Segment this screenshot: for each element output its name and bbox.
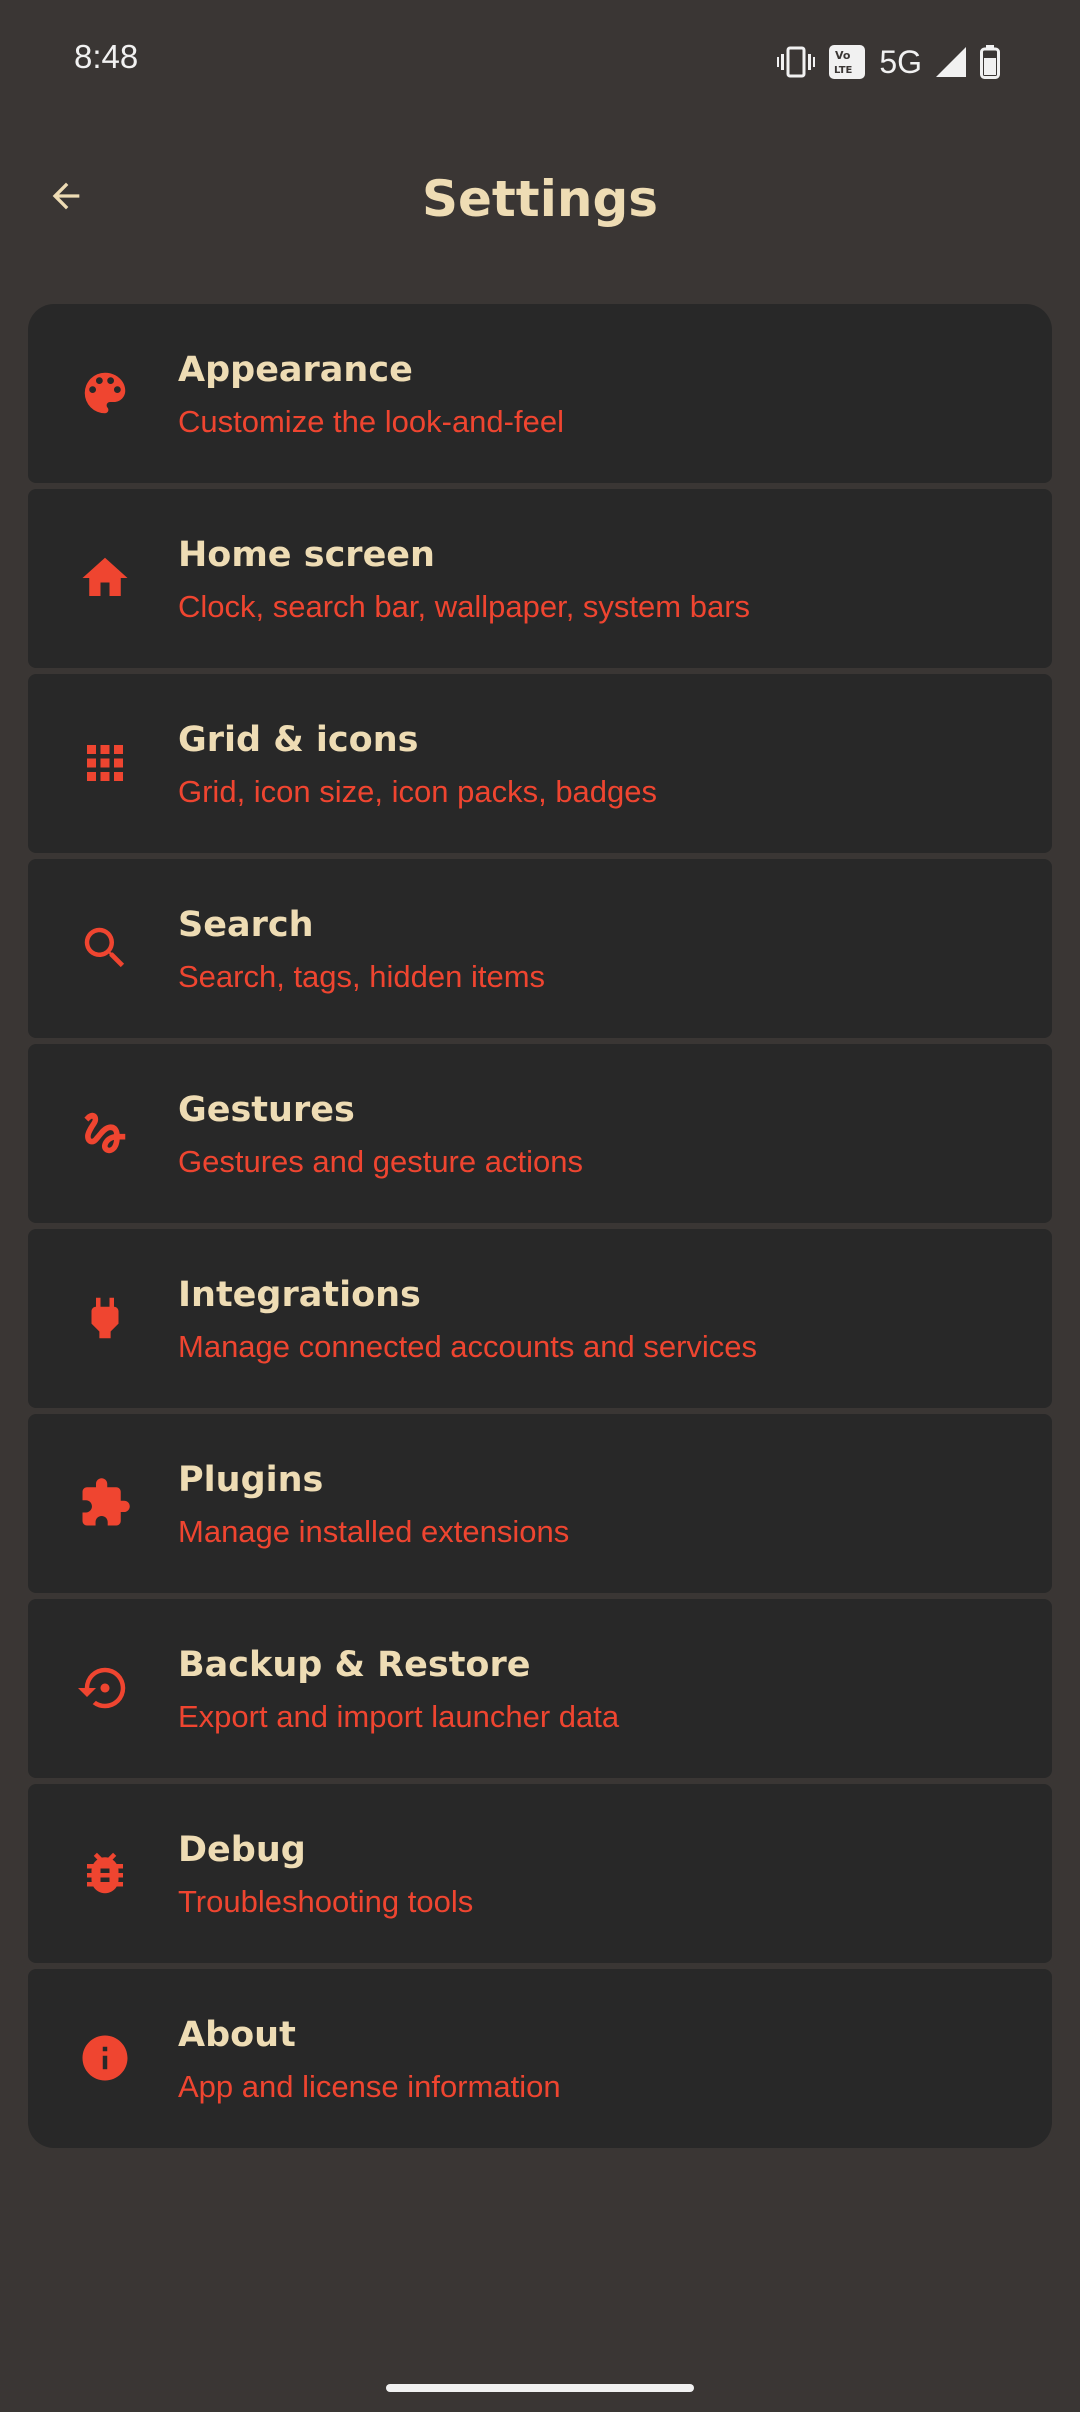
settings-item-integrations[interactable]: Integrations Manage connected accounts a… <box>28 1229 1052 1408</box>
apps-grid-icon <box>78 736 132 790</box>
settings-item-subtitle: App and license information <box>178 2069 561 2104</box>
settings-item-gestures[interactable]: Gestures Gestures and gesture actions <box>28 1044 1052 1223</box>
gesture-navigation-handle[interactable] <box>386 2384 694 2392</box>
settings-item-subtitle: Manage connected accounts and services <box>178 1329 758 1364</box>
plug-icon <box>78 1291 132 1345</box>
battery-icon <box>980 45 1000 79</box>
settings-item-debug[interactable]: Debug Troubleshooting tools <box>28 1784 1052 1963</box>
vibrate-icon <box>777 46 816 78</box>
settings-item-title: Grid & icons <box>178 720 419 760</box>
settings-item-title: Search <box>178 905 314 945</box>
volte-icon: Vo LTE <box>829 45 866 79</box>
settings-list: Appearance Customize the look-and-feel H… <box>28 304 1052 2148</box>
settings-item-subtitle: Troubleshooting tools <box>178 1884 474 1919</box>
settings-item-about[interactable]: About App and license information <box>28 1969 1052 2148</box>
settings-item-subtitle: Clock, search bar, wallpaper, system bar… <box>178 589 751 624</box>
svg-text:Vo: Vo <box>835 49 851 62</box>
restore-icon <box>78 1661 132 1715</box>
app-bar: Settings <box>0 140 1080 264</box>
network-type: 5G <box>879 44 922 80</box>
search-icon <box>78 921 132 975</box>
settings-item-subtitle: Search, tags, hidden items <box>178 959 546 994</box>
info-icon <box>78 2031 132 2085</box>
settings-item-title: About <box>178 2015 296 2055</box>
status-icons: Vo LTE 5G <box>777 44 1000 80</box>
settings-item-subtitle: Export and import launcher data <box>178 1699 620 1734</box>
settings-item-home-screen[interactable]: Home screen Clock, search bar, wallpaper… <box>28 489 1052 668</box>
settings-item-title: Appearance <box>178 350 413 390</box>
settings-item-subtitle: Grid, icon size, icon packs, badges <box>178 774 658 809</box>
settings-item-title: Debug <box>178 1830 306 1870</box>
settings-item-backup-restore[interactable]: Backup & Restore Export and import launc… <box>28 1599 1052 1778</box>
settings-item-plugins[interactable]: Plugins Manage installed extensions <box>28 1414 1052 1593</box>
extension-icon <box>78 1476 132 1530</box>
settings-item-title: Plugins <box>178 1460 324 1500</box>
bug-icon <box>78 1846 132 1900</box>
palette-icon <box>78 366 132 420</box>
settings-item-title: Backup & Restore <box>178 1645 531 1685</box>
page-title: Settings <box>421 170 658 228</box>
status-bar: 8:48 Vo LTE 5G <box>0 0 1080 120</box>
settings-item-title: Integrations <box>178 1275 421 1315</box>
svg-text:LTE: LTE <box>834 65 853 76</box>
settings-item-subtitle: Manage installed extensions <box>178 1514 570 1549</box>
home-icon <box>78 551 132 605</box>
status-time: 8:48 <box>74 38 139 75</box>
signal-icon <box>936 47 966 77</box>
gesture-icon <box>78 1106 132 1160</box>
settings-item-subtitle: Customize the look-and-feel <box>178 404 564 439</box>
settings-item-title: Gestures <box>178 1090 355 1130</box>
settings-item-grid-icons[interactable]: Grid & icons Grid, icon size, icon packs… <box>28 674 1052 853</box>
settings-item-search[interactable]: Search Search, tags, hidden items <box>28 859 1052 1038</box>
settings-item-appearance[interactable]: Appearance Customize the look-and-feel <box>28 304 1052 483</box>
settings-item-subtitle: Gestures and gesture actions <box>178 1144 583 1179</box>
settings-item-title: Home screen <box>178 535 435 575</box>
